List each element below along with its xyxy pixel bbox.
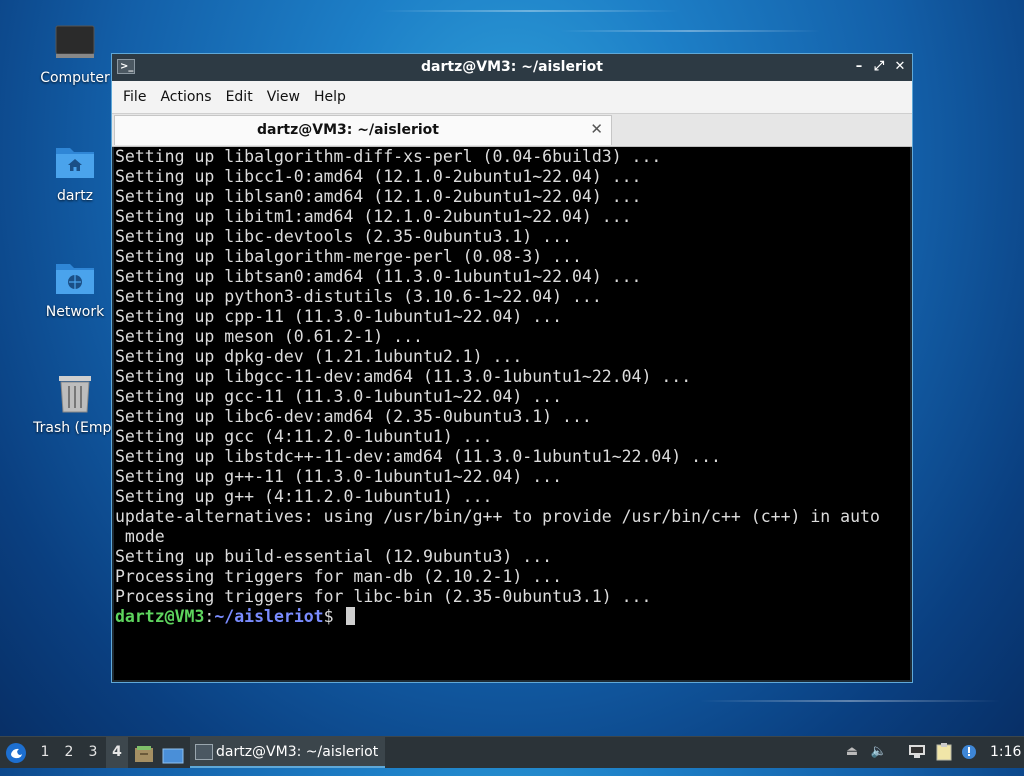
terminal-output-line: Processing triggers for man-db (2.10.2-1… <box>115 567 563 586</box>
text-cursor <box>345 607 355 625</box>
terminal-output-line: Setting up dpkg-dev (1.21.1ubuntu2.1) ..… <box>115 347 523 366</box>
terminal-output-line: Setting up g++-11 (11.3.0-1ubuntu1~22.04… <box>115 467 563 486</box>
terminal-output-line: Setting up libstdc++-11-dev:amd64 (11.3.… <box>115 447 721 466</box>
terminal-output-line: Setting up libalgorithm-diff-xs-perl (0.… <box>115 147 662 166</box>
volume-icon[interactable]: 🔈 <box>870 743 888 761</box>
desktop-light-streak <box>700 700 1000 702</box>
terminal-output-line: Setting up meson (0.61.2-1) ... <box>115 327 423 346</box>
terminal-output-line: Setting up liblsan0:amd64 (12.1.0-2ubunt… <box>115 187 642 206</box>
menu-edit[interactable]: Edit <box>219 89 260 105</box>
menubar: File Actions Edit View Help <box>112 81 912 114</box>
terminal-output-line: Setting up libc6-dev:amd64 (2.35-0ubuntu… <box>115 407 592 426</box>
start-menu-icon[interactable] <box>5 742 27 764</box>
terminal-output-line: mode <box>115 527 165 546</box>
prompt-user: dartz@VM3 <box>115 607 205 626</box>
file-manager-launcher-icon[interactable] <box>134 744 154 762</box>
terminal-output-line: Setting up libalgorithm-merge-perl (0.08… <box>115 247 582 266</box>
terminal-output-line: Setting up libgcc-11-dev:amd64 (11.3.0-1… <box>115 367 692 386</box>
window-title: dartz@VM3: ~/aisleriot <box>421 59 603 75</box>
terminal-output-line: Setting up libc-devtools (2.35-0ubuntu3.… <box>115 227 572 246</box>
minimize-icon[interactable]: – <box>850 58 868 76</box>
window-titlebar[interactable]: >_ dartz@VM3: ~/aisleriot – ⤢ ✕ <box>112 54 912 81</box>
workspace-4[interactable]: 4 <box>106 737 128 768</box>
menu-view[interactable]: View <box>260 89 307 105</box>
maximize-icon[interactable]: ⤢ <box>870 58 888 76</box>
tab-label: dartz@VM3: ~/aisleriot <box>257 122 439 138</box>
desktop-icon-home-folder[interactable]: dartz <box>27 140 123 204</box>
network-icon[interactable] <box>908 743 926 761</box>
clock[interactable]: 1:16 <box>990 737 1021 768</box>
shell-prompt: dartz@VM3:~/aisleriot$ <box>115 607 910 627</box>
terminal-output-line: Setting up libcc1-0:amd64 (12.1.0-2ubunt… <box>115 167 642 186</box>
terminal-app-icon <box>195 744 213 760</box>
prompt-end: $ <box>323 607 344 626</box>
terminal-output-line: Processing triggers for libc-bin (2.35-0… <box>115 587 652 606</box>
prompt-path: ~/aisleriot <box>214 607 324 626</box>
desktop-icon-label: Computer <box>40 70 110 86</box>
desktop-icon-label: dartz <box>56 188 94 204</box>
workspace-1[interactable]: 1 <box>34 737 56 768</box>
terminal-window[interactable]: >_ dartz@VM3: ~/aisleriot – ⤢ ✕ File Act… <box>111 53 913 683</box>
workspace-3[interactable]: 3 <box>82 737 104 768</box>
terminal-output-line: Setting up build-essential (12.9ubuntu3)… <box>115 547 553 566</box>
desktop-light-streak <box>380 10 680 12</box>
show-desktop-icon[interactable] <box>162 745 184 764</box>
eject-icon[interactable]: ⏏ <box>843 743 861 761</box>
workspace-2[interactable]: 2 <box>58 737 80 768</box>
menu-file[interactable]: File <box>116 89 153 105</box>
home-folder-icon <box>53 140 97 184</box>
network-folder-icon <box>53 256 97 300</box>
terminal-output-line: Setting up cpp-11 (11.3.0-1ubuntu1~22.04… <box>115 307 563 326</box>
terminal-output-line: update-alternatives: using /usr/bin/g++ … <box>115 507 880 526</box>
terminal-output-line: Setting up libitm1:amd64 (12.1.0-2ubuntu… <box>115 207 632 226</box>
desktop-icon-label: Network <box>45 304 105 320</box>
terminal-output[interactable]: Setting up libalgorithm-diff-xs-perl (0.… <box>114 147 910 680</box>
clipboard-icon[interactable] <box>935 743 953 761</box>
trash-icon <box>53 372 97 416</box>
desktop-icon-label: Trash (Empt <box>33 420 117 436</box>
tab-close-icon[interactable]: ✕ <box>590 120 603 138</box>
terminal-output-line: Setting up libtsan0:amd64 (11.3.0-1ubunt… <box>115 267 642 286</box>
menu-help[interactable]: Help <box>307 89 353 105</box>
monitor-icon <box>53 22 97 66</box>
desktop-icon-trash[interactable]: Trash (Empt <box>27 372 123 436</box>
terminal-output-line: Setting up g++ (4:11.2.0-1ubuntu1) ... <box>115 487 493 506</box>
terminal-tab[interactable]: dartz@VM3: ~/aisleriot ✕ <box>114 115 612 145</box>
desktop-icon-computer[interactable]: Computer <box>27 22 123 86</box>
menu-actions[interactable]: Actions <box>153 89 218 105</box>
terminal-output-line: Setting up gcc-11 (11.3.0-1ubuntu1~22.04… <box>115 387 563 406</box>
taskbar-window-label: dartz@VM3: ~/aisleriot <box>216 744 379 760</box>
close-icon[interactable]: ✕ <box>891 58 909 76</box>
taskbar-window-button[interactable]: dartz@VM3: ~/aisleriot <box>190 737 385 768</box>
terminal-output-line: Setting up gcc (4:11.2.0-1ubuntu1) ... <box>115 427 493 446</box>
terminal-output-line: Setting up python3-distutils (3.10.6-1~2… <box>115 287 602 306</box>
desktop-icon-network[interactable]: Network <box>27 256 123 320</box>
tab-bar: dartz@VM3: ~/aisleriot ✕ <box>112 114 912 147</box>
update-notifier-icon[interactable] <box>960 743 978 761</box>
prompt-separator: : <box>204 607 215 626</box>
taskbar: 1 2 3 4 dartz@VM3: ~/aisleriot ⏏ 🔈 1:16 <box>0 736 1024 768</box>
desktop-light-streak <box>560 30 820 32</box>
